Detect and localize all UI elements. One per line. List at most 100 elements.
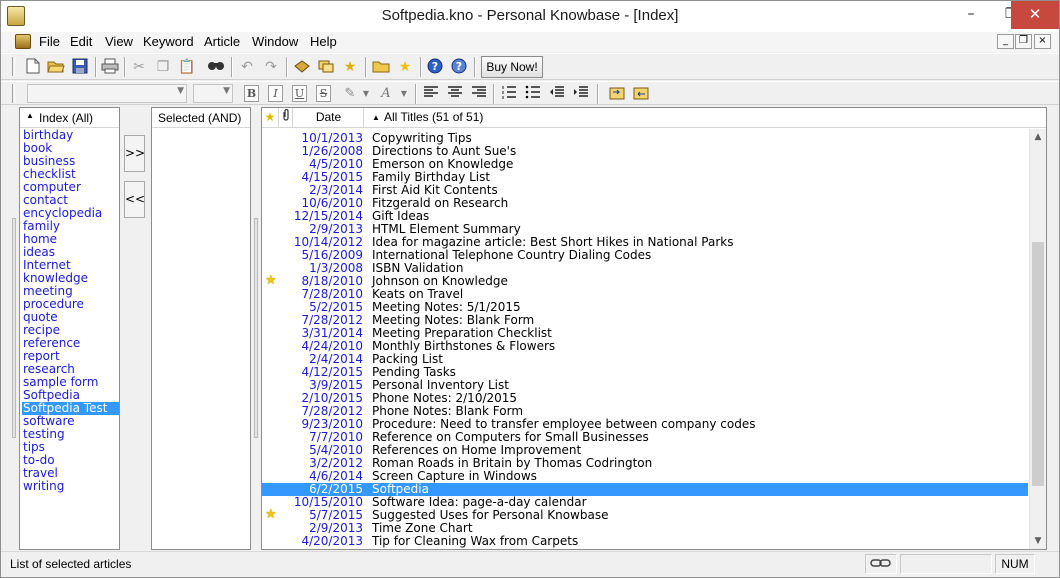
chevron-down-icon: ▼ (223, 86, 230, 96)
selected-header-label: Selected (AND) (158, 111, 242, 125)
minimize-button[interactable]: – (951, 1, 991, 29)
keyword-list[interactable]: birthday book business checklist computer con… (22, 129, 119, 493)
toolbar-separator (420, 57, 422, 77)
index-header[interactable]: ▲ Index (All) (20, 108, 119, 128)
menu-article[interactable]: Article (204, 34, 240, 49)
close-button[interactable]: ✕ (1011, 1, 1059, 29)
article-list[interactable]: 10/1/2013 Copywriting Tips 1/26/2008 Direct… (262, 132, 1028, 548)
undo-icon[interactable]: ↶ (237, 58, 257, 76)
toolbar-separator (365, 57, 367, 77)
increase-indent-icon[interactable] (571, 85, 591, 103)
chevron-down-icon[interactable]: ▼ (394, 85, 414, 103)
cut-icon[interactable]: ✂ (129, 58, 149, 76)
attachment-column-icon[interactable] (280, 108, 293, 128)
copy-icon[interactable]: ❐ (153, 58, 173, 76)
window-title: Softpedia.kno - Personal Knowbase - [Ind… (381, 7, 679, 24)
scroll-down-icon[interactable]: ▼ (1030, 533, 1046, 549)
align-right-icon[interactable] (469, 85, 489, 103)
align-left-icon[interactable] (421, 85, 441, 103)
chevron-down-icon[interactable]: ▼ (356, 85, 376, 103)
scroll-up-icon[interactable]: ▲ (1030, 129, 1046, 145)
knowbase-icon[interactable] (292, 58, 312, 76)
open-folder-icon[interactable] (46, 58, 66, 76)
left-splitter[interactable] (12, 218, 16, 438)
middle-splitter[interactable] (254, 218, 258, 438)
favorite-column-star-icon[interactable]: ★ (262, 108, 279, 128)
svg-text:?: ? (456, 60, 462, 73)
menu-edit[interactable]: Edit (70, 34, 92, 49)
mdi-restore-button[interactable]: ❐ (1015, 34, 1032, 49)
buy-now-button[interactable]: Buy Now! (481, 56, 543, 78)
article-date: 4/20/2013 (301, 534, 363, 548)
status-bar: List of selected articles NUM (1, 551, 1059, 577)
save-icon[interactable] (70, 58, 90, 76)
selected-header[interactable]: Selected (AND) (152, 108, 250, 128)
chevron-down-icon: ▼ (177, 86, 184, 96)
menu-view[interactable]: View (105, 34, 133, 49)
article-scrollbar[interactable]: ▲ ▼ (1029, 129, 1046, 549)
menu-bar: File Edit View Keyword Article Window He… (1, 32, 1059, 52)
app-window: Softpedia.kno - Personal Knowbase - [Ind… (0, 0, 1060, 578)
sort-arrow-icon: ▲ (26, 111, 34, 120)
mdi-minimize-button[interactable]: _ (997, 34, 1014, 49)
favorite-star-icon[interactable]: ★ (265, 274, 277, 287)
menu-keyword[interactable]: Keyword (143, 34, 194, 49)
article-row[interactable]: 4/20/2013 Tip for Cleaning Wax from Carpe… (262, 535, 1028, 548)
document-menu-icon[interactable] (15, 34, 31, 49)
toolbar-separator (493, 84, 495, 104)
articles-panel: ★ Date ▲ All Titles (51 of 51) 10/1/2013… (261, 107, 1047, 550)
export-icon[interactable] (631, 85, 651, 103)
toolbar-separator (415, 84, 417, 104)
bold-button[interactable]: B (244, 85, 259, 102)
underline-button[interactable]: U (292, 85, 307, 102)
article-title: Tip for Cleaning Wax from Carpets (372, 534, 579, 548)
date-column-header[interactable]: Date (294, 108, 364, 128)
status-message: List of selected articles (10, 557, 132, 571)
menu-help[interactable]: Help (310, 34, 337, 49)
keyword-item[interactable]: writing (22, 480, 117, 493)
toolbar-grip[interactable] (12, 57, 15, 76)
title-column-label: All Titles (51 of 51) (384, 110, 484, 124)
articles-header: ★ Date ▲ All Titles (51 of 51) (262, 108, 1046, 128)
decrease-indent-icon[interactable] (547, 85, 567, 103)
toolbar-grip[interactable] (12, 84, 15, 103)
bullet-list-icon[interactable] (523, 85, 543, 103)
font-name-select[interactable]: ▼ (27, 84, 187, 103)
help-icon[interactable]: ? (425, 58, 445, 76)
favorites-star-icon[interactable]: ★ (340, 58, 360, 76)
italic-button[interactable]: I (268, 85, 283, 102)
star-icon[interactable]: ★ (395, 58, 415, 76)
print-icon[interactable] (100, 58, 120, 76)
index-header-label: Index (All) (39, 111, 94, 125)
favorite-star-icon[interactable]: ★ (265, 508, 277, 521)
sort-arrow-icon: ▲ (372, 113, 380, 122)
menu-file[interactable]: File (39, 34, 60, 49)
title-bar: Softpedia.kno - Personal Knowbase - [Ind… (1, 1, 1059, 32)
align-center-icon[interactable] (445, 85, 465, 103)
num-lock-indicator: NUM (995, 554, 1035, 574)
font-size-select[interactable]: ▼ (193, 84, 233, 103)
index-panel: ▲ Index (All) birthday book business checkl… (19, 107, 120, 550)
add-keyword-button[interactable]: >> (124, 135, 145, 172)
link-status-icon (865, 554, 897, 574)
scroll-thumb[interactable] (1032, 242, 1044, 487)
import-icon[interactable] (607, 85, 627, 103)
folder-icon[interactable] (371, 58, 391, 76)
find-icon[interactable] (206, 58, 226, 76)
redo-icon[interactable]: ↷ (261, 58, 281, 76)
new-document-icon[interactable] (23, 58, 43, 76)
context-help-icon[interactable]: ? (449, 58, 469, 76)
link-icon[interactable] (316, 58, 336, 76)
svg-text:?: ? (432, 60, 438, 73)
main-toolbar: ✂ ❐ 📋 ↶ ↷ ★ ★ ? ? Buy Now! (1, 53, 1059, 80)
title-column-header[interactable]: ▲ All Titles (51 of 51) (368, 108, 668, 128)
toolbar-separator (286, 57, 288, 77)
remove-keyword-button[interactable]: << (124, 181, 145, 218)
numbered-list-icon[interactable] (499, 85, 519, 103)
text-color-icon[interactable]: A (376, 85, 396, 103)
format-toolbar: ▼ ▼ B I U S ✎ ▼ A ▼ (1, 81, 1059, 105)
paste-icon[interactable]: 📋 (177, 58, 197, 76)
menu-window[interactable]: Window (252, 34, 298, 49)
mdi-close-button[interactable]: × (1034, 34, 1051, 49)
strikethrough-button[interactable]: S (316, 85, 331, 102)
